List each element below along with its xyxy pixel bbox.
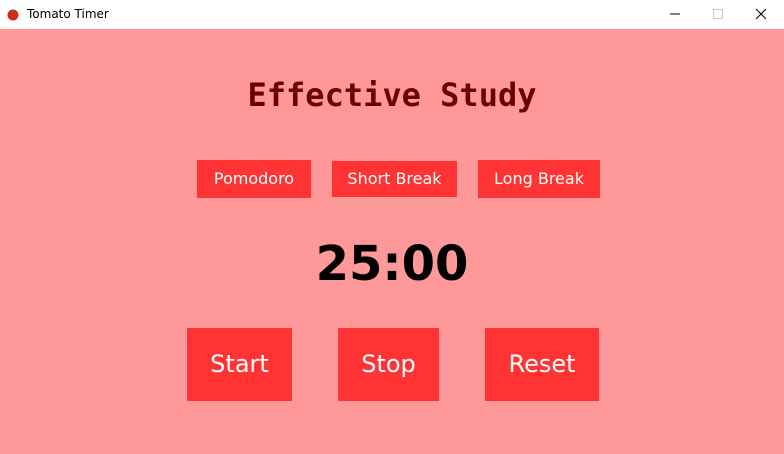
timer-display: 25:00 bbox=[315, 236, 469, 292]
maximize-icon bbox=[713, 9, 723, 19]
window-title: Tomato Timer bbox=[27, 7, 109, 21]
main-panel: Effective Study Pomodoro Short Break Lon… bbox=[0, 29, 784, 454]
long-break-button[interactable]: Long Break bbox=[478, 160, 600, 198]
minimize-icon bbox=[670, 13, 680, 15]
app-window: Tomato Timer Effective Study Pomodoro Sh… bbox=[0, 0, 784, 454]
stop-button[interactable]: Stop bbox=[338, 328, 439, 401]
short-break-button[interactable]: Short Break bbox=[332, 161, 457, 197]
close-icon bbox=[755, 8, 767, 20]
title-bar[interactable]: Tomato Timer bbox=[0, 0, 784, 29]
reset-button[interactable]: Reset bbox=[485, 328, 599, 401]
close-button[interactable] bbox=[738, 0, 784, 29]
page-title: Effective Study bbox=[247, 76, 537, 114]
start-button[interactable]: Start bbox=[187, 328, 292, 401]
pomodoro-button[interactable]: Pomodoro bbox=[197, 160, 311, 198]
minimize-button[interactable] bbox=[652, 0, 698, 29]
tomato-icon bbox=[6, 6, 20, 21]
maximize-button[interactable] bbox=[695, 0, 741, 29]
